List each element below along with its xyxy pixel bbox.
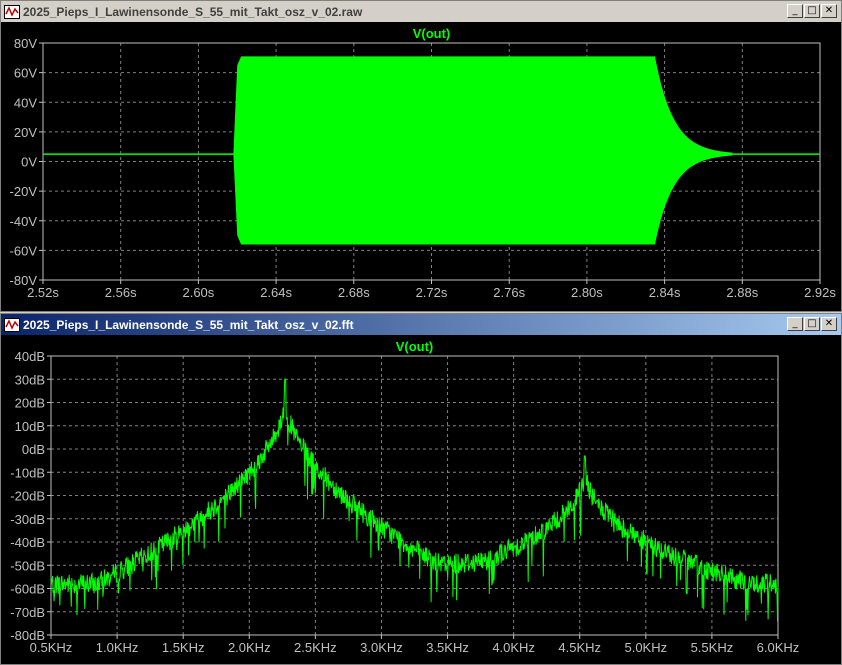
trace-burst-envelope [233, 56, 733, 245]
x-tick-label: 5.5KHz [691, 640, 734, 655]
fft-plot[interactable]: V(out)0.5KHz 1.0KHz 1.5KHz 2.0KHz 2.5KHz 3.0K… [1, 335, 841, 664]
x-tick-label: 2.76s [493, 285, 525, 300]
ltspice-waveform-icon [4, 317, 20, 332]
waveform-window[interactable]: 2025_Pieps_I_Lawinensonde_S_55_mit_Takt_… [0, 0, 842, 312]
y-tick-label: 10dB [15, 419, 45, 434]
close-button[interactable]: ✕ [821, 4, 837, 18]
maximize-button[interactable]: □ [804, 317, 820, 331]
x-tick-label: 2.5KHz [294, 640, 337, 655]
y-tick-label: 40V [14, 95, 37, 110]
y-tick-label: -80V [10, 273, 38, 288]
ltspice-waveform-icon [4, 4, 20, 19]
fft-trace [50, 378, 779, 622]
x-tick-label: 1.5KHz [162, 640, 205, 655]
y-tick-label: 20V [14, 125, 37, 140]
y-tick-label: -60dB [10, 582, 45, 597]
minimize-button[interactable]: _ [787, 317, 803, 331]
x-tick-label: 2.60s [182, 285, 214, 300]
fft-window[interactable]: 2025_Pieps_I_Lawinensonde_S_55_mit_Takt_… [0, 313, 842, 665]
close-button[interactable]: ✕ [821, 317, 837, 331]
fft-titlebar[interactable]: 2025_Pieps_I_Lawinensonde_S_55_mit_Takt_… [1, 314, 841, 335]
x-tick-label: 3.0KHz [360, 640, 403, 655]
y-tick-label: -10dB [10, 465, 45, 480]
maximize-button[interactable]: □ [804, 4, 820, 18]
x-tick-label: 4.5KHz [558, 640, 601, 655]
y-tick-label: -30dB [10, 512, 45, 527]
waveform-title: 2025_Pieps_I_Lawinensonde_S_55_mit_Takt_… [23, 4, 363, 19]
x-tick-label: 6.0KHz [757, 640, 800, 655]
minimize-button[interactable]: _ [787, 4, 803, 18]
waveform-titlebar[interactable]: 2025_Pieps_I_Lawinensonde_S_55_mit_Takt_… [1, 1, 841, 22]
trace-label[interactable]: V(out) [413, 26, 451, 41]
y-tick-label: 40dB [15, 349, 45, 364]
x-tick-label: 2.64s [260, 285, 292, 300]
y-tick-label: -70dB [10, 605, 45, 620]
x-tick-label: 4.0KHz [492, 640, 535, 655]
y-tick-label: -50dB [10, 558, 45, 573]
x-tick-label: 3.5KHz [426, 640, 469, 655]
x-tick-label: 5.0KHz [624, 640, 667, 655]
x-tick-label: 1.0KHz [96, 640, 139, 655]
x-tick-label: 2.84s [649, 285, 681, 300]
y-tick-label: -40V [10, 214, 38, 229]
y-tick-label: 80V [14, 36, 37, 51]
y-tick-label: -20V [10, 184, 38, 199]
x-tick-label: 2.88s [726, 285, 758, 300]
x-tick-label: 2.0KHz [228, 640, 271, 655]
x-tick-label: 2.56s [105, 285, 137, 300]
transient-plot[interactable]: V(out)2.52s 2.56s 2.60s 2.64s 2.68s 2.72s 2.76… [1, 22, 841, 311]
y-tick-label: -20dB [10, 489, 45, 504]
x-tick-label: 2.72s [416, 285, 448, 300]
y-tick-label: -60V [10, 243, 38, 258]
y-tick-label: -80dB [10, 628, 45, 643]
y-tick-label: 20dB [15, 396, 45, 411]
x-tick-label: 2.92s [804, 285, 836, 300]
y-tick-label: 30dB [15, 372, 45, 387]
y-tick-label: 60V [14, 66, 37, 81]
x-tick-label: 2.80s [571, 285, 603, 300]
fft-title: 2025_Pieps_I_Lawinensonde_S_55_mit_Takt_… [23, 317, 354, 332]
y-tick-label: -40dB [10, 535, 45, 550]
y-tick-label: 0dB [22, 442, 45, 457]
y-tick-label: 0V [21, 155, 37, 170]
trace-label[interactable]: V(out) [396, 339, 434, 354]
x-tick-label: 2.68s [338, 285, 370, 300]
